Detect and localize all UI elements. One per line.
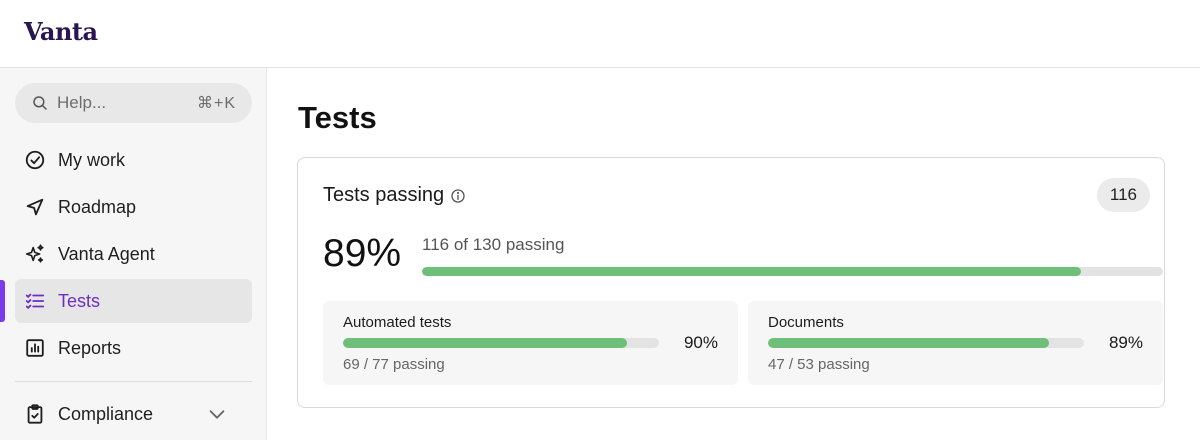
breakdown-progress-bar [343,338,659,348]
sidebar-item-tests[interactable]: Tests [15,279,252,323]
help-search-input[interactable]: Help... ⌘+K [15,83,252,123]
tests-passing-card: Tests passing 116 89% 116 of 130 passing… [297,157,1165,408]
sidebar-item-label: Vanta Agent [58,243,155,264]
search-placeholder: Help... [57,93,107,112]
sidebar-section-label: Compliance [58,403,154,424]
breakdown-count: 47 / 53 passing [768,356,870,373]
sidebar-item-label: Reports [58,337,122,358]
sidebar-item-label: Roadmap [58,196,137,217]
overall-progress-bar [422,267,1163,276]
info-icon[interactable] [450,188,466,204]
breakdown-progress-bar [768,338,1084,348]
breakdown-automated-tests[interactable]: Automated tests 90% 69 / 77 passing [323,301,738,385]
checklist-icon [25,293,45,309]
vanta-logo[interactable]: Vanta [24,17,98,46]
sidebar-item-vanta-agent[interactable]: Vanta Agent [15,232,252,276]
chevron-down-icon[interactable] [206,403,228,425]
overall-percent: 89% [323,232,402,275]
sidebar-item-label: Tests [58,290,101,311]
card-title-text: Tests passing [323,184,445,206]
search-icon [33,96,47,110]
sidebar: Help... ⌘+K My work Roadmap Vanta Agent … [0,68,267,440]
top-bar: Vanta [0,0,1200,68]
breakdown-title: Documents [768,314,844,331]
clipboard-check-icon [27,404,43,424]
passing-summary: 116 of 130 passing [422,235,565,254]
sidebar-divider [15,381,252,382]
count-badge: 116 [1096,178,1150,212]
sparkles-icon [25,244,44,263]
breakdown-count: 69 / 77 passing [343,356,445,373]
breakdown-documents[interactable]: Documents 89% 47 / 53 passing [748,301,1163,385]
sidebar-item-roadmap[interactable]: Roadmap [15,185,252,229]
overall-progress-fill [422,267,1082,276]
sidebar-item-my-work[interactable]: My work [15,138,252,182]
breakdown-title: Automated tests [343,314,452,331]
breakdown-progress-fill [343,338,628,348]
breakdown-progress-fill [768,338,1050,348]
breakdown-percent: 90% [683,333,718,352]
sidebar-section-compliance[interactable]: Compliance [15,392,252,436]
navigation-arrow-icon [26,198,44,216]
main-content: Tests Tests passing 116 89% 116 of 130 p… [268,68,1200,440]
sidebar-item-reports[interactable]: Reports [15,326,252,370]
sidebar-item-label: My work [58,149,125,170]
active-indicator [0,280,5,322]
bar-chart-icon [26,339,44,357]
check-circle-icon [25,150,45,170]
search-shortcut: ⌘+K [196,95,236,112]
page-title: Tests [298,100,377,135]
breakdown-percent: 89% [1108,333,1143,352]
card-title: Tests passing [323,184,466,207]
